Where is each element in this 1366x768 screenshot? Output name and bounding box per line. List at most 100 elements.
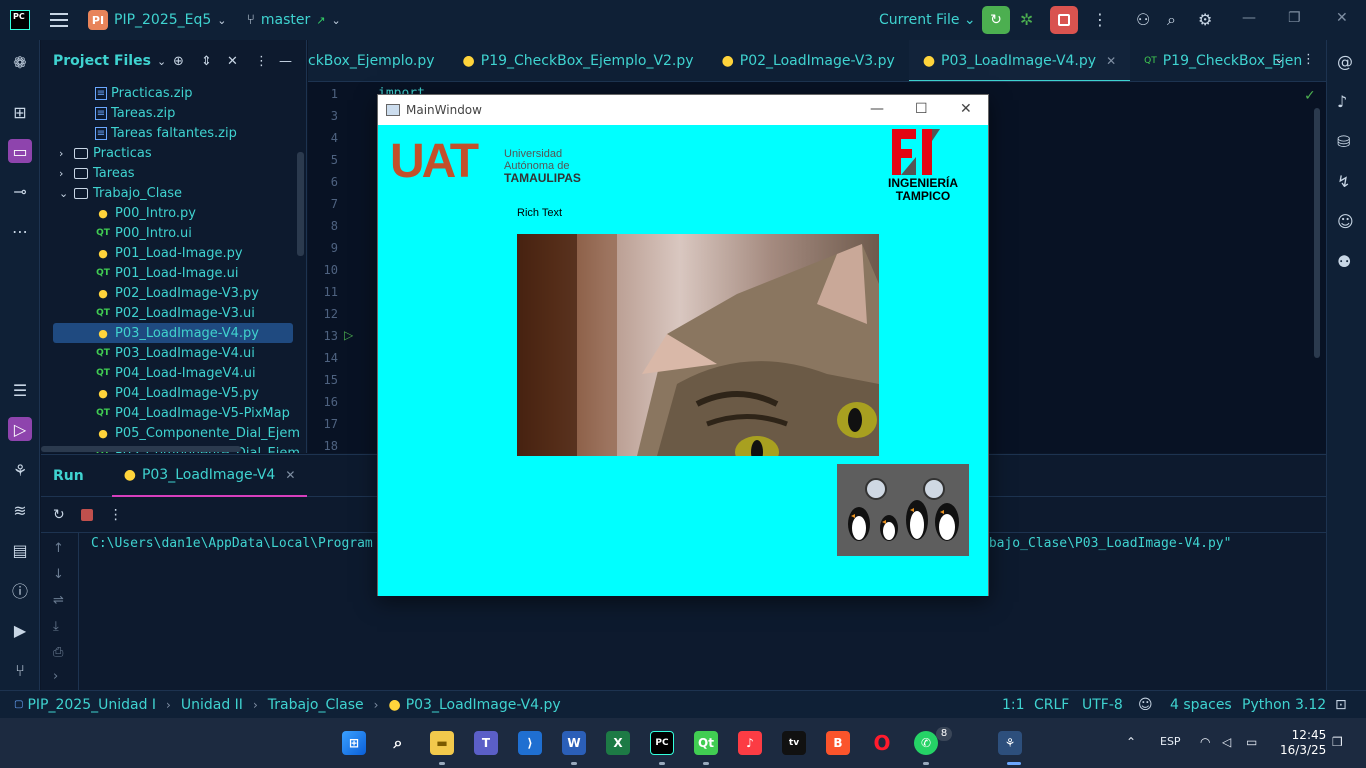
close-icon[interactable]: ✕ [1336,10,1348,26]
project-hscrollbar[interactable] [41,446,241,452]
minimize-icon[interactable]: — [870,101,884,117]
project-folder-icon[interactable]: ▭ [8,139,32,163]
breadcrumb-folder[interactable]: Trabajo_Clase [268,697,364,713]
project-name[interactable]: PIP_2025_Eq5 [114,12,211,28]
qt-window-titlebar[interactable]: MainWindow [378,95,988,124]
run-gutter-icon[interactable]: ▷ [344,328,353,342]
options-icon[interactable]: ⋮ [255,54,268,69]
todo-list-icon[interactable]: ☰ [8,378,32,402]
problems-icon[interactable]: ⓘ [8,578,32,602]
editor-tab[interactable]: ● P03_LoadImage-V4.py ✕ [908,40,1131,81]
more-tools-icon[interactable]: ⋯ [8,219,32,243]
tree-item[interactable]: QT P04_Load-ImageV4.ui [41,363,306,383]
ai-assistant-icon[interactable]: @ [1337,52,1353,71]
vscode-icon[interactable]: ⟩ [518,731,542,755]
battery-icon[interactable]: ▭ [1246,735,1257,749]
rerun-button[interactable]: ↻ [982,6,1010,34]
project-badge[interactable]: PI [88,10,108,30]
qt-main-window[interactable]: MainWindow — ☐ ✕ UAT Universidad Autónom… [377,94,989,596]
ai-status-icon[interactable]: ☺ [1138,697,1153,713]
jupyter-icon[interactable]: ⚉ [1337,252,1351,271]
word-icon[interactable]: W [562,731,586,755]
editor-scrollbar[interactable] [1314,108,1320,358]
scroll-to-end-icon[interactable]: ⤓ [53,619,59,634]
tree-item[interactable]: QT P02_LoadImage-V3.ui [41,303,306,323]
python-app-icon[interactable]: ⚘ [998,731,1022,755]
close-icon[interactable]: ✕ [285,468,295,482]
apple-tv-icon[interactable]: tv [782,731,806,755]
close-icon[interactable]: ✕ [960,101,972,117]
tree-item[interactable]: ≡ Tareas faltantes.zip [41,123,306,143]
tree-item[interactable]: ● P05_Componente_Dial_Ejem [41,423,306,443]
tree-expand-icon[interactable]: ⌄ [59,187,73,200]
services-icon[interactable]: ▶ [8,618,32,642]
excel-icon[interactable]: X [606,731,630,755]
search-icon[interactable]: ⌕ [386,731,410,755]
whatsapp-icon[interactable]: ✆ [914,731,938,755]
tree-expand-icon[interactable]: › [59,167,73,180]
breadcrumb-project[interactable]: PIP_2025_Unidad I [27,697,156,713]
add-user-icon[interactable]: ⚇ [1136,10,1150,29]
volume-icon[interactable]: ◁ [1222,735,1231,749]
caret-position[interactable]: 1:1 [1002,697,1025,713]
print-icon[interactable]: ⎙ [53,645,63,660]
qt-designer-icon[interactable]: Qt [694,731,718,755]
expand-icon[interactable]: › [53,669,58,684]
python-interpreter[interactable]: Python 3.12 [1242,697,1326,713]
database-icon[interactable]: ⛁ [1337,132,1350,151]
language-indicator[interactable]: ESP [1160,735,1181,748]
branch-name[interactable]: master [261,12,310,28]
terminal-icon[interactable]: ▤ [8,538,32,562]
chevron-down-icon[interactable]: ⌄ [157,55,166,68]
lock-icon[interactable]: ⊡ [1335,697,1347,713]
run-tool-icon[interactable]: ▷ [8,417,32,441]
more-icon[interactable]: ⋮ [1092,10,1108,29]
tree-item[interactable]: ⌄ Trabajo_Clase [41,183,306,203]
settings-gear-icon[interactable]: ⚙ [1198,10,1212,29]
tray-expand-icon[interactable]: ⌃ [1126,735,1136,749]
project-scrollbar[interactable] [297,152,304,256]
indent-setting[interactable]: 4 spaces [1170,697,1232,713]
maximize-icon[interactable]: ☐ [915,101,928,117]
tree-item[interactable]: › Tareas [41,163,306,183]
breadcrumb-file[interactable]: P03_LoadImage-V4.py [406,697,561,713]
tree-item[interactable]: › Practicas [41,143,306,163]
stop-icon[interactable] [80,508,93,521]
locate-icon[interactable]: ⊕ [173,54,184,69]
tabs-more-icon[interactable]: ⋮ [1302,52,1315,67]
editor-tab[interactable]: QT P19_CheckBox_Ejen [1130,40,1316,81]
run-config-selector[interactable]: Current File ⌄ [879,12,976,28]
notifications-icon[interactable]: ❒ [1332,735,1343,749]
plugins-icon[interactable]: ❁ [8,50,32,74]
hide-panel-icon[interactable]: — [279,54,292,69]
windows-start-icon[interactable]: ⊞ [342,731,366,755]
editor-tab[interactable]: ckBox_Ejemplo.py [308,40,449,81]
copilot-icon[interactable]: ☺ [1337,212,1354,231]
git-icon[interactable]: ⑂ [8,658,32,682]
tree-item[interactable]: ● P02_LoadImage-V3.py [41,283,306,303]
expand-all-icon[interactable]: ⇕ [201,54,212,69]
chevron-down-icon[interactable]: ⌄ [332,14,341,27]
tree-item[interactable]: QT P03_LoadImage-V4.ui [41,343,306,363]
run-tab[interactable]: ● P03_LoadImage-V4 ✕ [111,455,308,497]
music-icon[interactable]: ♪ [738,731,762,755]
project-panel-title[interactable]: Project Files [53,53,151,69]
python-console-icon[interactable]: ⚘ [8,458,32,482]
editor-tab[interactable]: ● P19_CheckBox_Ejemplo_V2.py [449,40,708,81]
wifi-icon[interactable]: ◠ [1200,735,1210,749]
line-separator[interactable]: CRLF [1034,697,1069,713]
tree-item[interactable]: ● P01_Load-Image.py [41,243,306,263]
structure-icon[interactable]: ⊞ [8,100,32,124]
opera-icon[interactable]: O [870,731,894,755]
search-icon[interactable]: ⌕ [1167,10,1176,30]
clock[interactable]: 12:45 16/3/25 [1280,728,1326,758]
tree-item[interactable]: ● P00_Intro.py [41,203,306,223]
stop-button[interactable] [1050,6,1078,34]
rerun-icon[interactable]: ↻ [53,507,65,523]
layers-icon[interactable]: ≋ [8,498,32,522]
collapse-all-icon[interactable]: ✕ [227,54,238,69]
tree-item[interactable]: ≡ Tareas.zip [41,103,306,123]
main-menu-icon[interactable] [50,13,68,27]
close-icon[interactable]: ✕ [1106,54,1116,68]
tree-item[interactable]: QT P01_Load-Image.ui [41,263,306,283]
